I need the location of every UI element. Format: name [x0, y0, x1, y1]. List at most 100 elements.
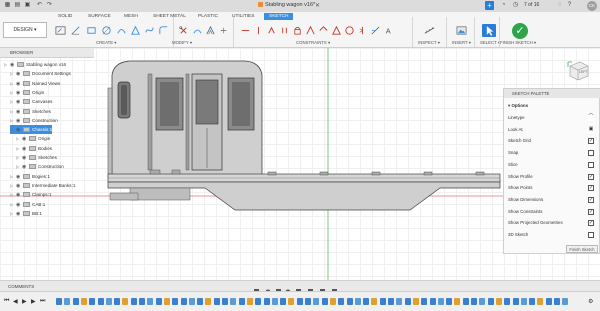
- palette-option[interactable]: 3D Sketch: [508, 229, 598, 240]
- inspect-group-label[interactable]: INSPECT ▾: [418, 40, 440, 46]
- timeline-feature[interactable]: [495, 298, 502, 305]
- browser-item[interactable]: ▷ ◉ Clamps:1: [10, 190, 51, 199]
- options-section-header[interactable]: ▾ Options: [508, 100, 598, 111]
- browser-item[interactable]: ▷ ◉ CAB:1: [10, 200, 45, 209]
- timeline-feature[interactable]: [338, 298, 345, 305]
- palette-option[interactable]: Show Dimensions ✓: [508, 194, 598, 205]
- timeline-end-icon[interactable]: ⏭: [40, 298, 45, 305]
- trim-icon[interactable]: [178, 25, 189, 36]
- undo-icon[interactable]: ↶: [36, 2, 43, 9]
- timeline-feature[interactable]: [246, 298, 253, 305]
- timeline-feature[interactable]: [487, 298, 494, 305]
- perpendicular-icon[interactable]: [266, 25, 277, 36]
- tab-plastic[interactable]: PLASTIC: [198, 14, 218, 19]
- checkbox[interactable]: ✓: [588, 208, 594, 215]
- timeline-feature[interactable]: [412, 298, 419, 305]
- dimension-icon[interactable]: [370, 25, 381, 36]
- job-status-icon[interactable]: ◷: [512, 2, 519, 9]
- timeline-feature[interactable]: [139, 298, 145, 305]
- timeline-feature[interactable]: [529, 298, 536, 305]
- timeline-feature[interactable]: [122, 298, 129, 305]
- view-cube[interactable]: LEFT: [566, 58, 590, 82]
- timeline-feature[interactable]: [329, 298, 336, 305]
- timeline-feature[interactable]: [296, 298, 303, 305]
- browser-item[interactable]: ▷ ◉ Stabling wagon v16: [4, 60, 66, 69]
- browser-item[interactable]: ▷ ◉ Chassis:1: [10, 125, 53, 135]
- timeline-feature[interactable]: [271, 298, 278, 305]
- palette-option[interactable]: Linetype ⌒: [508, 112, 598, 123]
- comments-title[interactable]: COMMENTS: [8, 284, 34, 289]
- timeline-feature[interactable]: [305, 298, 311, 305]
- coincident-icon[interactable]: [240, 25, 251, 36]
- timeline-feature[interactable]: [147, 298, 154, 305]
- timeline-feature[interactable]: [554, 298, 560, 305]
- timeline-feature[interactable]: [512, 298, 519, 305]
- timeline-feature[interactable]: [471, 298, 477, 305]
- checkbox[interactable]: ✓: [588, 196, 594, 203]
- fillet-icon[interactable]: [158, 25, 169, 36]
- line-icon[interactable]: [70, 25, 81, 36]
- timeline-feature[interactable]: [222, 298, 228, 305]
- help-icon[interactable]: ?: [566, 2, 573, 9]
- checkbox[interactable]: [588, 150, 594, 157]
- timeline-feature[interactable]: [454, 298, 461, 305]
- sketch-palette-header[interactable]: SKETCH PALETTE: [504, 89, 600, 98]
- timeline-start-icon[interactable]: ⏮: [4, 298, 9, 305]
- select-tool-button[interactable]: [482, 24, 496, 37]
- insert-image-icon[interactable]: [456, 25, 467, 36]
- workspace-switcher[interactable]: DESIGN ▾: [3, 22, 47, 38]
- timeline-feature[interactable]: [354, 298, 361, 305]
- palette-option[interactable]: Snap: [508, 147, 598, 158]
- timeline-feature[interactable]: [230, 298, 237, 305]
- rectangle-icon[interactable]: [86, 25, 97, 36]
- timeline-feature[interactable]: [429, 298, 436, 305]
- timeline-feature[interactable]: [396, 298, 403, 305]
- timeline-feature[interactable]: [446, 298, 453, 305]
- extensions-icon[interactable]: ◔: [500, 2, 507, 9]
- timeline-feature[interactable]: [130, 298, 137, 305]
- equal-icon[interactable]: [318, 25, 329, 36]
- tab-utilities[interactable]: UTILITIES: [232, 14, 254, 19]
- timeline-feature[interactable]: [313, 298, 320, 305]
- visibility-icon[interactable]: ◉: [16, 210, 23, 219]
- timeline-feature[interactable]: [80, 298, 87, 305]
- linetype-icon[interactable]: ⌒: [588, 115, 594, 121]
- timeline-feature[interactable]: [238, 298, 245, 305]
- tangent-icon[interactable]: [305, 25, 316, 36]
- vertical-icon[interactable]: [253, 25, 264, 36]
- timeline-feature[interactable]: [504, 298, 511, 305]
- tab-surface[interactable]: SURFACE: [88, 14, 111, 19]
- timeline-feature[interactable]: [188, 298, 195, 305]
- tab-solid[interactable]: SOLID: [58, 14, 72, 19]
- circle-icon[interactable]: [101, 25, 112, 36]
- timeline-feature[interactable]: [479, 298, 486, 305]
- timeline-feature[interactable]: [346, 298, 353, 305]
- browser-item[interactable]: ▷ ◉ Named Views: [10, 79, 60, 88]
- look-at-icon[interactable]: ▣: [588, 126, 594, 133]
- triangle-constraint-icon[interactable]: [331, 25, 342, 36]
- palette-option[interactable]: Slice: [508, 159, 598, 170]
- insert-group-label[interactable]: INSERT ▾: [452, 40, 471, 46]
- arc-icon[interactable]: [116, 25, 127, 36]
- create-group-label[interactable]: CREATE ▾: [96, 40, 116, 46]
- close-tab-icon[interactable]: ✕: [315, 2, 320, 9]
- checkbox[interactable]: ✓: [588, 173, 594, 180]
- palette-option[interactable]: Show Profile ✓: [508, 171, 598, 182]
- user-avatar[interactable]: CK: [587, 1, 597, 11]
- timeline-feature[interactable]: [72, 298, 79, 305]
- timeline-feature[interactable]: [404, 298, 411, 305]
- timeline-feature[interactable]: [379, 298, 386, 305]
- timeline-feature[interactable]: [537, 298, 544, 305]
- palette-option[interactable]: Show Projected Geometries ✓: [508, 217, 598, 228]
- timeline-feature[interactable]: [255, 298, 262, 305]
- document-tab[interactable]: Stabling wagon v16*: [258, 2, 315, 8]
- timeline-feature[interactable]: [520, 298, 527, 305]
- lock-icon[interactable]: [292, 25, 303, 36]
- timeline-feature[interactable]: [388, 298, 394, 305]
- save-icon[interactable]: ▣: [24, 2, 31, 9]
- select-group-label[interactable]: SELECT ▾: [480, 40, 500, 46]
- timeline-feature[interactable]: [371, 298, 378, 305]
- timeline-feature[interactable]: [363, 298, 370, 305]
- browser-item[interactable]: ▷ ◉ Origin: [16, 134, 50, 143]
- palette-option[interactable]: Look At ▣: [508, 124, 598, 135]
